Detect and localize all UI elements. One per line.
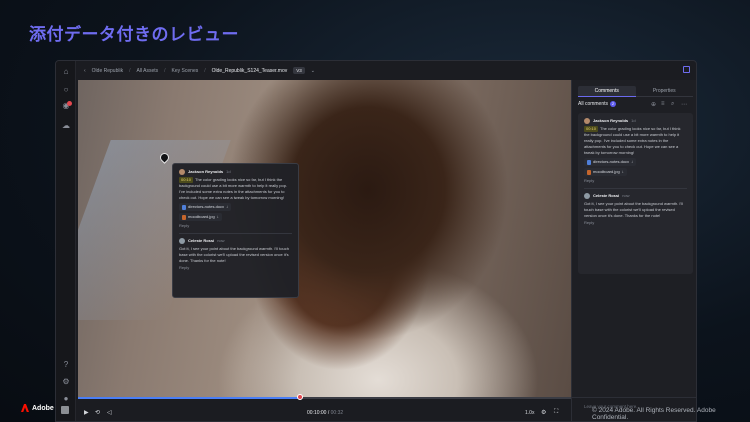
comment-text: The color grading looks nice so far, but… (179, 177, 288, 200)
breadcrumb: ‹ Olde Republik / All Assets / Key Scene… (76, 61, 569, 80)
breadcrumb-item[interactable]: Olde Republik (92, 68, 123, 74)
progress-bar[interactable] (78, 394, 571, 400)
left-rail: ⌂ ○ ◉ ☁ ? ⚙ ● (56, 61, 76, 421)
video-frame[interactable]: Jackson Reynolds 1d 00:10 The color gradi… (78, 80, 571, 397)
copyright-notice: © 2024 Adobe. All Rights Reserved. Adobe… (592, 407, 716, 421)
volume-icon[interactable]: ◁ (107, 409, 112, 416)
breadcrumb-separator: / (129, 67, 131, 74)
document-icon (587, 159, 591, 165)
home-icon[interactable]: ⌂ (62, 68, 70, 76)
comment-author: Jackson Reynolds (188, 169, 224, 174)
reply-link[interactable]: Reply (179, 223, 292, 229)
comment-thread-popover: Jackson Reynolds 1d 00:10 The color gradi… (172, 163, 299, 298)
search-icon[interactable]: ○ (62, 86, 70, 94)
progress-fill (78, 397, 300, 399)
comment-author: Jackson Reynolds (593, 118, 629, 123)
attachment-name: moodboard.jpg (188, 214, 215, 219)
playback-speed[interactable]: 1.0x (525, 410, 534, 416)
slide-thumbnail (61, 406, 69, 414)
comment-time: 1d (226, 169, 231, 174)
divider (584, 188, 687, 189)
comment-card: Jackson Reynolds 1d 00:10 The color gradi… (578, 113, 693, 274)
comment-text: Got it, I see your point about the backg… (179, 246, 289, 263)
attachment-name: directors-notes.docx (188, 204, 225, 209)
comment-text: Got it, I see your point about the backg… (584, 201, 684, 218)
avatar (584, 193, 590, 199)
reply-link[interactable]: Reply (584, 220, 687, 226)
help-icon[interactable]: ? (62, 361, 70, 369)
comment-body: 00:10 The color grading looks nice so far… (179, 177, 292, 201)
image-icon (182, 214, 186, 220)
player-controls: ▶ ⟲ ◁ 00:10:00 / 00:32 1.0x ⚙ ⛶ (78, 394, 571, 421)
attachment-chip[interactable]: moodboard.jpg ↓ (584, 168, 627, 176)
breadcrumb-separator: / (204, 67, 206, 74)
tab-properties[interactable]: Properties (635, 86, 693, 97)
divider (179, 233, 292, 234)
current-timecode: 00:10:00 (307, 410, 327, 416)
comment-text: The color grading looks nice so far, but… (584, 126, 681, 155)
download-icon[interactable]: ↓ (622, 169, 624, 175)
back-chevron-icon[interactable]: ‹ (84, 68, 86, 74)
adobe-icon (21, 404, 29, 412)
chevron-down-icon[interactable]: ⌄ (311, 68, 315, 74)
download-icon[interactable]: ↓ (217, 214, 219, 220)
brand-name: Adobe (32, 404, 54, 412)
download-icon[interactable]: ↓ (631, 159, 633, 165)
search-icon[interactable]: ⌕ (671, 101, 674, 108)
settings-icon[interactable]: ⚙ (541, 409, 546, 416)
play-icon[interactable]: ▶ (84, 409, 89, 416)
download-icon[interactable]: ↓ (226, 204, 228, 210)
reply-link[interactable]: Reply (584, 178, 687, 184)
comment-time: now (622, 193, 630, 198)
avatar (179, 238, 185, 244)
comments-panel: Comments Properties All comments 2 ⊕ ≡ ⌕… (571, 80, 696, 421)
settings-icon[interactable]: ⚙ (62, 378, 70, 386)
notification-badge (67, 101, 72, 106)
reply-link[interactable]: Reply (179, 265, 292, 271)
panel-toggle-icon[interactable] (683, 66, 690, 73)
version-selector[interactable]: V3 (293, 67, 305, 74)
duration: 00:32 (330, 410, 344, 416)
attachment-chip[interactable]: moodboard.jpg ↓ (179, 213, 222, 221)
attachment-chip[interactable]: directors-notes.docx ↓ (179, 203, 232, 211)
comment-time: 1d (631, 118, 636, 123)
tab-comments[interactable]: Comments (578, 86, 636, 97)
panel-tabs: Comments Properties (578, 86, 693, 97)
user-icon[interactable]: ● (62, 395, 70, 403)
attachment-chip[interactable]: directors-notes.docx ↓ (584, 158, 637, 166)
comment-time: now (217, 238, 225, 243)
document-icon (182, 204, 186, 210)
slide-headline: 添付データ付きのレビュー (29, 25, 239, 45)
cloud-icon[interactable]: ☁ (62, 122, 70, 130)
filter-icon[interactable]: ≡ (661, 101, 665, 107)
breadcrumb-separator: / (164, 67, 166, 74)
image-icon (587, 169, 591, 175)
loop-icon[interactable]: ⟲ (95, 409, 100, 416)
attachment-name: moodboard.jpg (593, 169, 620, 174)
review-app-window: ⌂ ○ ◉ ☁ ? ⚙ ● ‹ Olde Republik / All Asse… (55, 60, 697, 422)
avatar (179, 169, 185, 175)
timecode-display: 00:10:00 / 00:32 (307, 410, 344, 416)
all-comments-filter[interactable]: All comments 2 (578, 101, 617, 107)
fullscreen-icon[interactable]: ⛶ (554, 409, 558, 416)
comment-body: 00:10 The color grading looks nice so far… (584, 126, 687, 156)
add-icon[interactable]: ⊕ (651, 101, 656, 108)
comment-author: Celeste Rossi (188, 238, 215, 243)
avatar (584, 118, 590, 124)
all-comments-label: All comments (578, 101, 609, 107)
more-icon[interactable]: ⋯ (681, 101, 687, 108)
attachment-name: directors-notes.docx (593, 159, 630, 164)
breadcrumb-item[interactable]: Key Scenes (172, 68, 199, 74)
comment-count-badge: 2 (610, 101, 617, 107)
breadcrumb-item[interactable]: All Assets (136, 68, 158, 74)
breadcrumb-current-file: Olde_Republik_S124_Teaser.mov (211, 67, 288, 74)
adobe-logo: Adobe (21, 404, 54, 412)
comment-author: Celeste Rossi (593, 193, 620, 198)
playhead[interactable] (296, 394, 303, 400)
